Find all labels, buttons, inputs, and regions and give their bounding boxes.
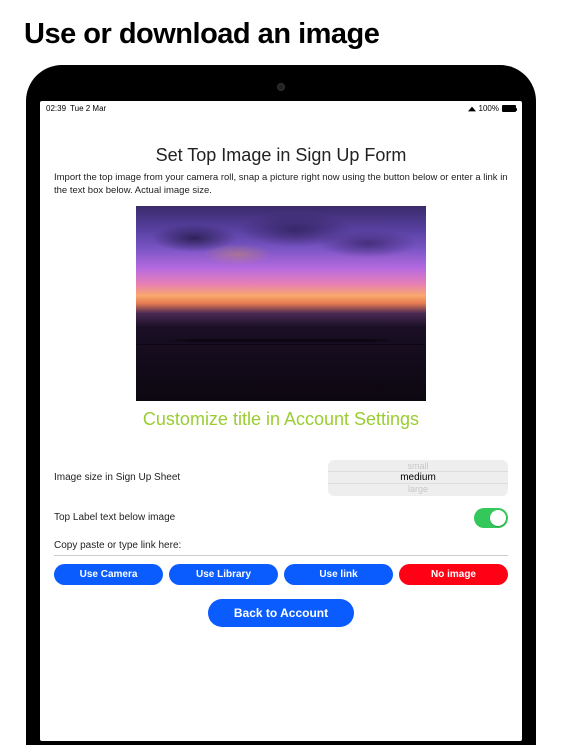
status-time: 02:39 [46,104,66,113]
picker-option-medium[interactable]: medium [328,471,508,485]
status-battery-text: 100% [479,104,499,113]
page-title: Set Top Image in Sign Up Form [54,145,508,166]
use-link-button[interactable]: Use link [284,564,393,585]
tablet-frame: 02:39 Tue 2 Mar 100% Set Top Image in Si… [26,65,536,745]
image-size-row: Image size in Sign Up Sheet small medium… [54,460,508,496]
use-library-button[interactable]: Use Library [169,564,278,585]
top-image-preview[interactable] [136,206,426,401]
top-label-toggle[interactable] [474,508,508,528]
use-camera-button[interactable]: Use Camera [54,564,163,585]
image-size-label: Image size in Sign Up Sheet [54,472,180,483]
page-content: Set Top Image in Sign Up Form Import the… [40,115,522,627]
device-screen: 02:39 Tue 2 Mar 100% Set Top Image in Si… [40,101,522,741]
page-description: Import the top image from your camera ro… [54,172,508,198]
link-input-label: Copy paste or type link here: [54,540,181,551]
image-size-picker[interactable]: small medium large [328,460,508,496]
battery-icon [502,105,516,112]
device-camera-dot [277,83,285,91]
picker-option-large[interactable]: large [328,484,508,494]
top-label-row: Top Label text below image [54,508,508,528]
customize-subtitle: Customize title in Account Settings [54,409,508,430]
status-bar: 02:39 Tue 2 Mar 100% [40,101,522,115]
top-label-text: Top Label text below image [54,512,175,523]
wifi-icon [468,106,476,111]
link-input-row[interactable]: Copy paste or type link here: [54,540,508,556]
promo-heading: Use or download an image [0,0,562,65]
action-button-row: Use Camera Use Library Use link No image [54,564,508,585]
no-image-button[interactable]: No image [399,564,508,585]
status-date: Tue 2 Mar [70,104,106,113]
picker-option-small[interactable]: small [328,461,508,471]
back-to-account-button[interactable]: Back to Account [208,599,354,627]
